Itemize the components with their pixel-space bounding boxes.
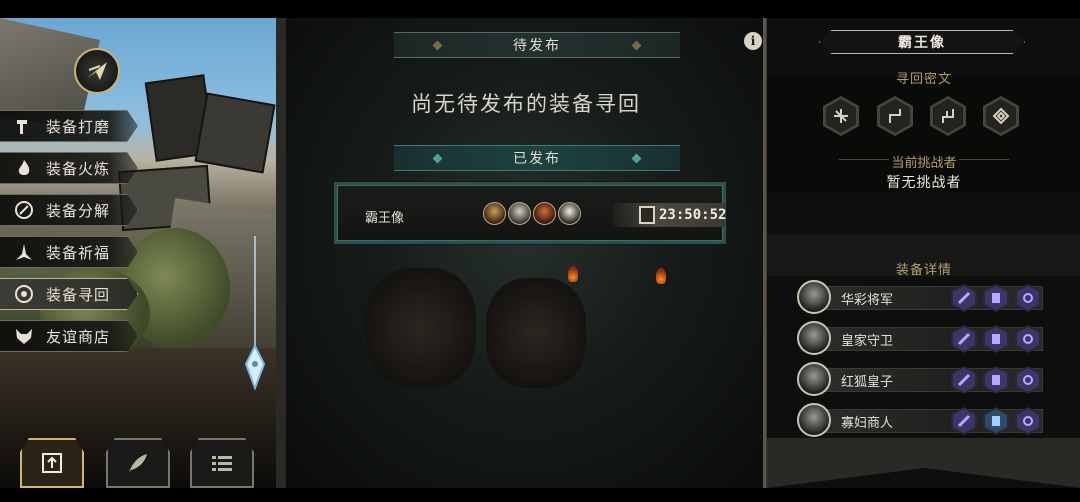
detail-title: 霸王像 — [819, 30, 1025, 54]
menu-item-label: 装备祈福 — [46, 243, 111, 262]
countdown-timer: 23:50:52 — [613, 203, 727, 227]
menu-item-refine[interactable]: 装备火炼 — [0, 152, 138, 184]
diamond-ornament-icon — [432, 40, 443, 50]
challenger-label: 当前挑战者 — [891, 156, 957, 171]
list-button[interactable] — [190, 438, 254, 488]
diamond-ornament-icon — [432, 153, 443, 163]
boss-row[interactable]: 华彩将军 — [797, 280, 1045, 314]
pending-header: 待发布 — [394, 32, 680, 58]
avatar — [508, 202, 531, 225]
boss-portrait — [797, 280, 831, 314]
pray-icon — [14, 242, 34, 262]
menu-item-bless[interactable]: 装备祈福 — [0, 236, 138, 268]
boss-name: 寡妇商人 — [841, 416, 894, 431]
entry-name: 霸王像 — [365, 211, 405, 226]
hourglass-icon — [639, 206, 655, 224]
quill-button[interactable] — [106, 438, 170, 488]
list-icon — [212, 456, 232, 471]
info-button[interactable]: i — [744, 32, 762, 50]
boss-name: 红狐皇子 — [841, 375, 894, 390]
details-label: 装备详情 — [895, 263, 952, 278]
fox-icon — [14, 326, 34, 346]
torch — [656, 268, 666, 284]
background-figure — [486, 278, 586, 388]
boss-row[interactable]: 红狐皇子 — [797, 362, 1045, 396]
rune-glyph-icon — [889, 109, 901, 123]
detail-title-text: 霸王像 — [898, 35, 946, 51]
boss-portrait — [797, 403, 831, 437]
diamond-ornament-icon — [631, 40, 642, 50]
pending-header-label: 待发布 — [513, 38, 561, 54]
menu-item-friend-shop[interactable]: 友谊商店 — [0, 320, 138, 352]
wing-logo-icon — [87, 62, 107, 80]
hammer-icon — [14, 116, 34, 136]
diamond-ornament-icon — [631, 153, 642, 163]
boss-avatars — [483, 202, 581, 225]
menu-item-label: 装备打磨 — [46, 117, 111, 136]
avatar — [533, 202, 556, 225]
torch — [568, 266, 578, 282]
panel-frame-bottom — [767, 438, 1080, 488]
detail-panel: 霸王像 寻回密文 当前挑战者 暂无挑战者 装备详情 华彩将军 皇家守卫 红狐皇子… — [766, 18, 1080, 488]
published-header: 已发布 — [394, 145, 680, 171]
avatar — [483, 202, 506, 225]
feather-icon — [129, 454, 147, 472]
upload-arrow-icon — [42, 453, 62, 473]
divider — [959, 159, 1009, 160]
published-header-label: 已发布 — [513, 151, 561, 167]
boss-name: 皇家守卫 — [841, 334, 894, 349]
cipher-label: 寻回密文 — [895, 72, 952, 87]
location-beacon-icon[interactable] — [244, 236, 266, 390]
upload-button[interactable] — [20, 438, 84, 488]
menu-item-label: 友谊商店 — [46, 327, 111, 346]
menu-item-label: 装备火炼 — [46, 159, 111, 178]
rock — [194, 92, 276, 174]
retrieval-panel: 待发布 i 尚无待发布的装备寻回 已发布 霸王像 23:50:52 — [276, 18, 766, 488]
menu-item-polish[interactable]: 装备打磨 — [0, 110, 138, 142]
rune-glyph-icon — [942, 109, 954, 123]
target-icon — [14, 284, 34, 304]
game-logo[interactable] — [74, 48, 120, 94]
boss-portrait — [797, 321, 831, 355]
menu-item-retrieve[interactable]: 装备寻回 — [0, 278, 138, 310]
flame-icon — [14, 158, 34, 178]
timer-text: 23:50:52 — [659, 207, 727, 223]
background-figure — [366, 268, 476, 388]
pending-empty-message: 尚无待发布的装备寻回 — [411, 92, 641, 116]
rune-glyph-icon — [992, 107, 1010, 125]
left-scene: 装备打磨 装备火炼 装备分解 装备祈福 装备寻回 友谊商店 — [0, 18, 276, 488]
boss-portrait — [797, 362, 831, 396]
published-entry[interactable]: 霸王像 23:50:52 — [334, 182, 726, 244]
bottom-bar — [0, 488, 1080, 502]
boss-name: 华彩将军 — [841, 293, 894, 308]
boss-row[interactable]: 皇家守卫 — [797, 321, 1045, 355]
menu-item-disassemble[interactable]: 装备分解 — [0, 194, 138, 226]
boss-row[interactable]: 寡妇商人 — [797, 403, 1045, 437]
top-bar — [0, 0, 1080, 18]
avatar — [558, 202, 581, 225]
challenger-value: 暂无挑战者 — [886, 175, 962, 191]
menu-item-label: 装备寻回 — [46, 285, 111, 304]
disassemble-icon — [14, 200, 34, 220]
rune-glyph-icon — [834, 109, 848, 123]
menu-item-label: 装备分解 — [46, 201, 111, 220]
